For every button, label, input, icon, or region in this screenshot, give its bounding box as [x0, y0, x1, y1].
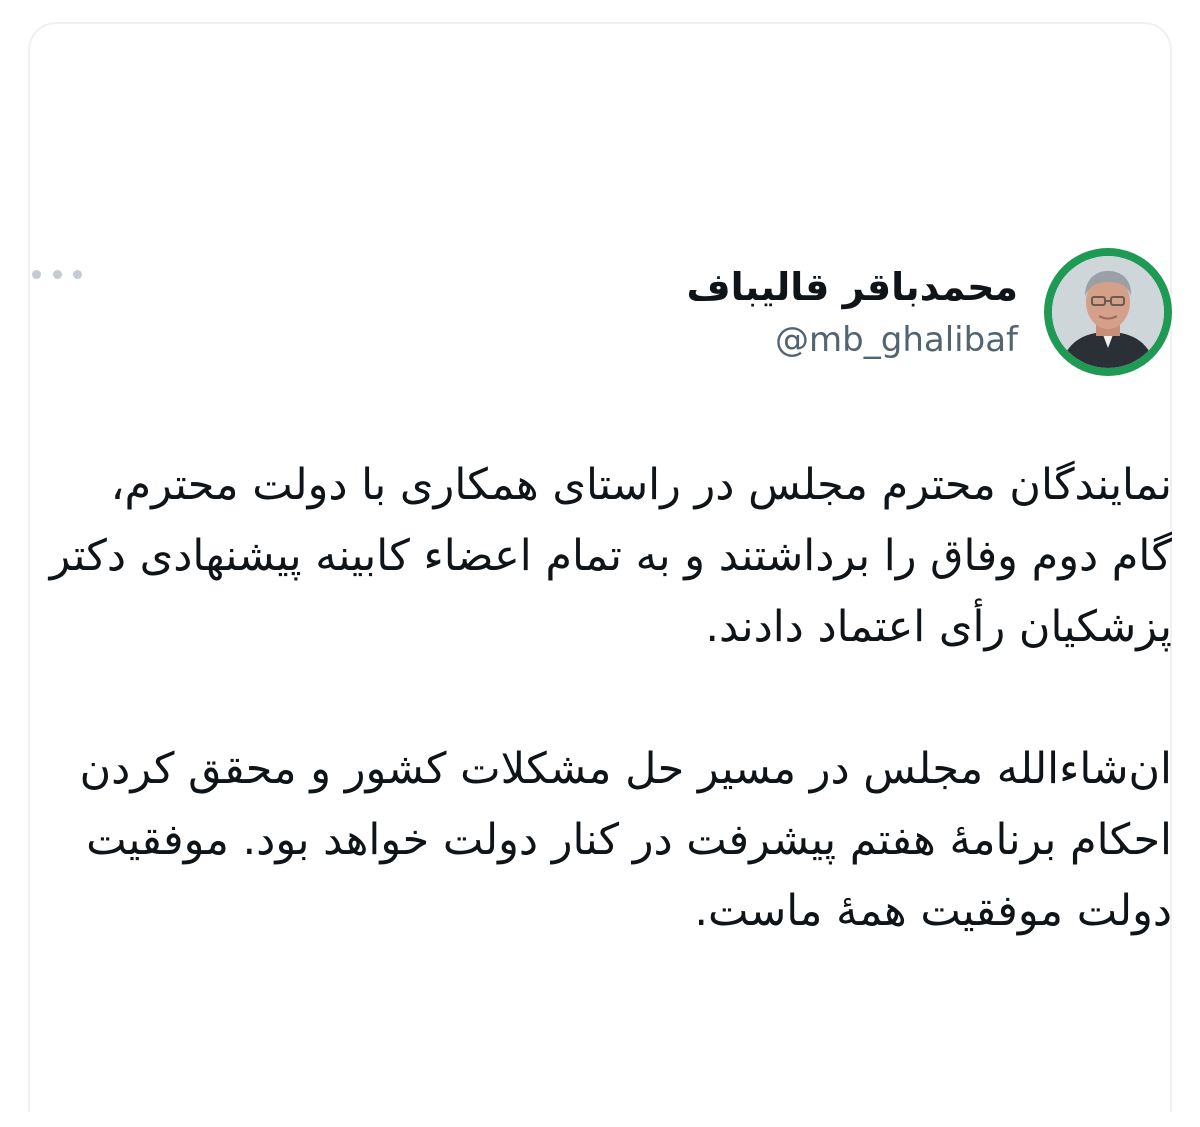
more-options-button[interactable] — [32, 262, 82, 286]
tweet-paragraph: ان‌شاءالله مجلس در مسیر حل مشکلات کشور و… — [79, 744, 1172, 936]
tweet-header: محمدباقر قالیباف @mb_ghalibaf — [687, 248, 1172, 376]
tweet-text: نمایندگان محترم مجلس در راستای همکاری با… — [42, 450, 1172, 947]
tweet-paragraph: نمایندگان محترم مجلس در راستای همکاری با… — [49, 460, 1172, 652]
person-icon — [1052, 256, 1164, 368]
author-handle[interactable]: @mb_ghalibaf — [775, 317, 1018, 363]
author-display-name[interactable]: محمدباقر قالیباف — [687, 261, 1018, 313]
tweet-card: محمدباقر قالیباف @mb_ghalibaf نمایندگان … — [0, 0, 1200, 1127]
avatar-photo — [1052, 256, 1164, 368]
avatar[interactable] — [1044, 248, 1172, 376]
more-horizontal-icon — [32, 269, 41, 279]
more-horizontal-icon — [73, 269, 82, 279]
more-horizontal-icon — [52, 269, 62, 279]
author-block[interactable]: محمدباقر قالیباف @mb_ghalibaf — [687, 261, 1018, 363]
